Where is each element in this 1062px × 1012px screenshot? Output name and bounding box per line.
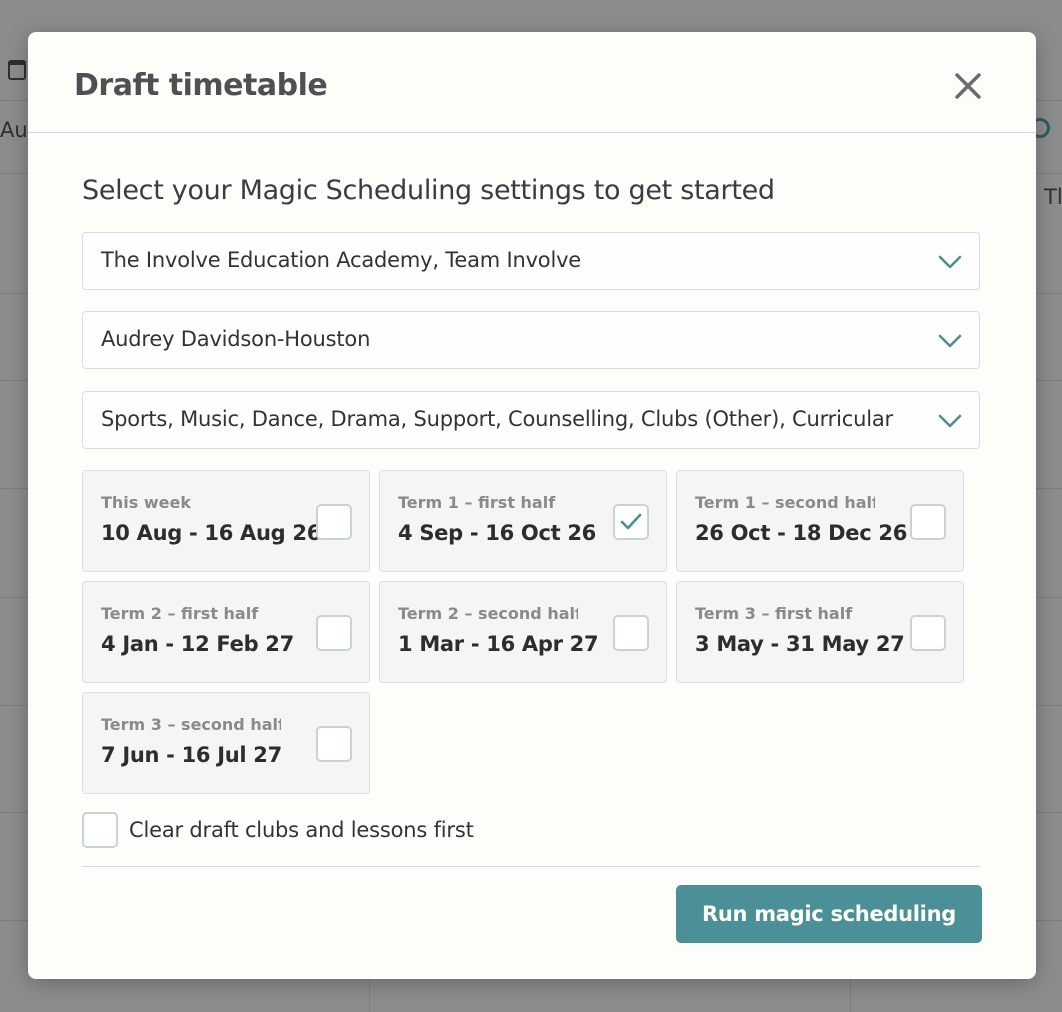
- term-checkbox[interactable]: [910, 615, 946, 651]
- term-name: Term 2 – first half: [101, 604, 259, 623]
- term-card-term3-first-half[interactable]: Term 3 – first half 3 May - 31 May 27: [676, 581, 964, 683]
- clear-drafts-label: Clear draft clubs and lessons first: [129, 818, 474, 842]
- term-card-term3-second-half[interactable]: Term 3 – second half 7 Jun - 16 Jul 27: [82, 692, 370, 794]
- term-dates: 26 Oct - 18 Dec 26: [695, 521, 908, 545]
- term-name: Term 1 – first half: [398, 493, 556, 512]
- term-checkbox[interactable]: [316, 726, 352, 762]
- school-team-select[interactable]: The Involve Education Academy, Team Invo…: [82, 232, 980, 290]
- modal-title: Draft timetable: [74, 68, 328, 103]
- term-checkbox[interactable]: [910, 504, 946, 540]
- draft-timetable-modal: Draft timetable Select your Magic Schedu…: [28, 32, 1036, 979]
- background-partial-text: Tl: [1044, 185, 1062, 209]
- term-dates: 10 Aug - 16 Aug 26: [101, 521, 322, 545]
- term-card-term1-second-half[interactable]: Term 1 – second half 26 Oct - 18 Dec 26: [676, 470, 964, 572]
- term-card-term2-second-half[interactable]: Term 2 – second half 1 Mar - 16 Apr 27: [379, 581, 667, 683]
- term-checkbox[interactable]: [316, 615, 352, 651]
- modal-subtitle: Select your Magic Scheduling settings to…: [82, 175, 775, 206]
- term-card-term2-first-half[interactable]: Term 2 – first half 4 Jan - 12 Feb 27: [82, 581, 370, 683]
- clear-drafts-checkbox[interactable]: [82, 812, 118, 848]
- term-dates: 3 May - 31 May 27: [695, 632, 905, 656]
- chevron-down-icon: [938, 334, 962, 348]
- term-name: Term 1 – second half: [695, 493, 875, 512]
- close-icon: [955, 73, 981, 99]
- term-dates: 4 Jan - 12 Feb 27: [101, 632, 294, 656]
- term-dates: 4 Sep - 16 Oct 26: [398, 521, 596, 545]
- background-divider: [850, 975, 851, 1012]
- term-name: Term 2 – second half: [398, 604, 578, 623]
- background-divider: [369, 975, 370, 1012]
- chevron-down-icon: [938, 414, 962, 428]
- term-card-this-week[interactable]: This week 10 Aug - 16 Aug 26: [82, 470, 370, 572]
- select-value: The Involve Education Academy, Team Invo…: [101, 248, 582, 272]
- calendar-icon: [8, 60, 26, 80]
- term-card-term1-first-half[interactable]: Term 1 – first half 4 Sep - 16 Oct 26: [379, 470, 667, 572]
- chevron-down-icon: [938, 255, 962, 269]
- clear-drafts-option[interactable]: Clear draft clubs and lessons first: [82, 812, 502, 850]
- term-checkbox[interactable]: [613, 504, 649, 540]
- close-button[interactable]: [952, 70, 984, 102]
- term-name: Term 3 – first half: [695, 604, 853, 623]
- term-name: Term 3 – second half: [101, 715, 281, 734]
- staff-select[interactable]: Audrey Davidson-Houston: [82, 311, 980, 369]
- checkmark-icon: [620, 513, 642, 530]
- term-dates: 7 Jun - 16 Jul 27: [101, 743, 282, 767]
- term-checkbox[interactable]: [613, 615, 649, 651]
- select-value: Sports, Music, Dance, Drama, Support, Co…: [101, 407, 893, 431]
- term-name: This week: [101, 493, 192, 512]
- select-value: Audrey Davidson-Houston: [101, 327, 371, 351]
- modal-header: Draft timetable: [28, 32, 1036, 133]
- term-checkbox[interactable]: [316, 504, 352, 540]
- activity-types-select[interactable]: Sports, Music, Dance, Drama, Support, Co…: [82, 391, 980, 449]
- term-dates: 1 Mar - 16 Apr 27: [398, 632, 599, 656]
- run-magic-scheduling-button[interactable]: Run magic scheduling: [676, 885, 982, 943]
- footer-divider: [82, 866, 980, 867]
